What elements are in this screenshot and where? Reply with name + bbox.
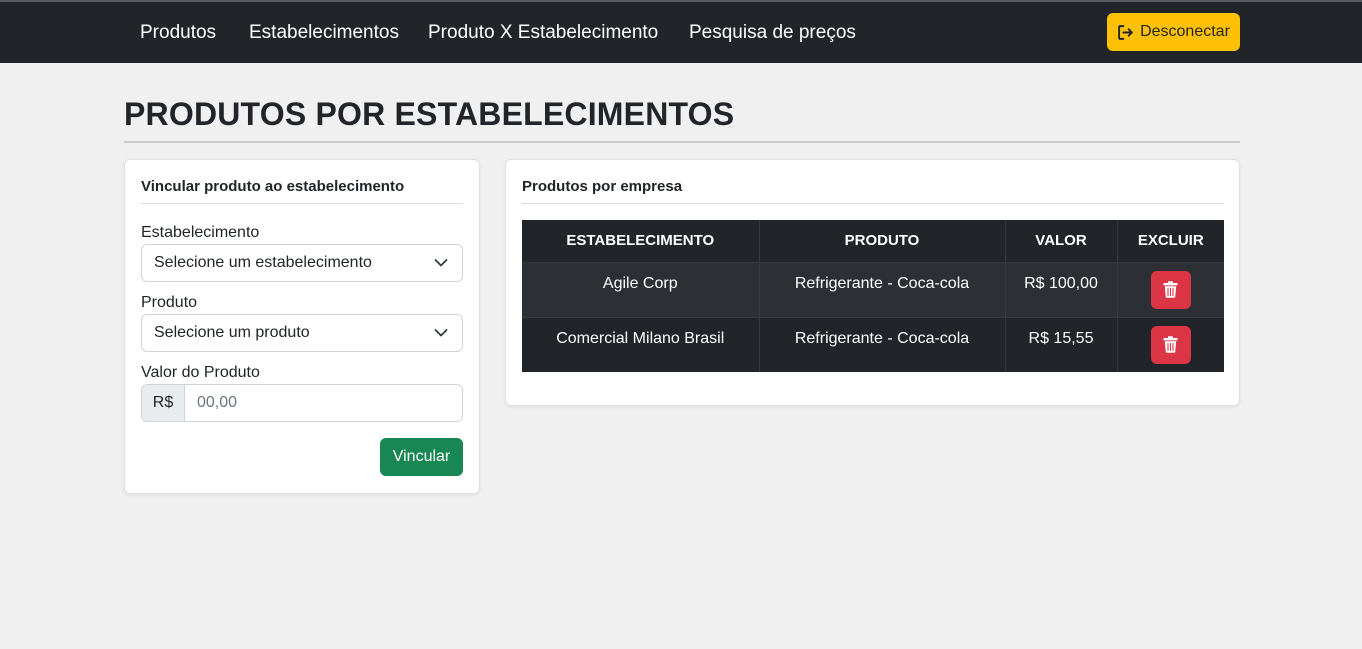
column-header-establishment: ESTABELECIMENTO xyxy=(522,220,760,262)
cell-establishment: Agile Corp xyxy=(522,261,760,317)
nav-link-estabelecimentos[interactable]: Estabelecimentos xyxy=(249,22,399,44)
establishment-select[interactable]: Selecione um estabelecimento xyxy=(141,244,463,282)
nav-link-produtos[interactable]: Produtos xyxy=(140,22,216,44)
table-row: Comercial Milano Brasil Refrigerante - C… xyxy=(522,316,1224,372)
establishment-select-value: Selecione um estabelecimento xyxy=(154,254,372,271)
card-divider xyxy=(141,203,463,204)
column-header-delete: EXCLUIR xyxy=(1117,220,1224,262)
cell-delete xyxy=(1117,261,1224,317)
trash-icon xyxy=(1163,336,1178,353)
link-product-card: Vincular produto ao estabelecimento Esta… xyxy=(124,159,480,494)
currency-prefix: R$ xyxy=(142,385,185,421)
sign-out-icon xyxy=(1118,24,1133,40)
product-label: Produto xyxy=(141,294,198,311)
chevron-down-icon xyxy=(434,259,448,267)
products-by-company-title: Produtos por empresa xyxy=(522,178,683,195)
product-select[interactable]: Selecione um produto xyxy=(141,314,463,352)
cell-product: Refrigerante - Coca-cola xyxy=(759,261,1006,317)
chevron-down-icon xyxy=(434,329,448,337)
products-table: ESTABELECIMENTO PRODUTO VALOR EXCLUIR Ag… xyxy=(522,220,1224,372)
cell-delete xyxy=(1117,316,1224,372)
page-title: PRODUTOS POR ESTABELECIMENTOS xyxy=(124,96,735,132)
value-input-group: R$ xyxy=(141,384,463,422)
vincular-button[interactable]: Vincular xyxy=(380,438,463,476)
column-header-product: PRODUTO xyxy=(759,220,1006,262)
nav-link-produto-x-estabelecimento[interactable]: Produto X Estabelecimento xyxy=(428,22,658,44)
value-input[interactable] xyxy=(185,385,462,421)
delete-button[interactable] xyxy=(1150,325,1191,364)
establishment-label: Estabelecimento xyxy=(141,224,260,241)
cell-value: R$ 100,00 xyxy=(1005,261,1118,317)
table-row: Agile Corp Refrigerante - Coca-cola R$ 1… xyxy=(522,261,1224,317)
cell-value: R$ 15,55 xyxy=(1005,316,1118,372)
delete-button[interactable] xyxy=(1150,270,1191,309)
logout-button[interactable]: Desconectar xyxy=(1107,13,1240,51)
product-select-value: Selecione um produto xyxy=(154,324,310,341)
card-divider xyxy=(522,203,1224,204)
trash-icon xyxy=(1163,281,1178,298)
value-label: Valor do Produto xyxy=(141,364,260,381)
products-by-company-card: Produtos por empresa ESTABELECIMENTO PRO… xyxy=(505,159,1240,406)
cell-establishment: Comercial Milano Brasil xyxy=(522,316,760,372)
nav-link-pesquisa-de-precos[interactable]: Pesquisa de preços xyxy=(689,22,856,44)
link-product-card-title: Vincular produto ao estabelecimento xyxy=(141,178,405,195)
cell-product: Refrigerante - Coca-cola xyxy=(759,316,1006,372)
column-header-value: VALOR xyxy=(1005,220,1118,262)
top-navbar: Produtos Estabelecimentos Produto X Esta… xyxy=(0,0,1362,63)
title-divider xyxy=(124,141,1240,143)
table-header-row: ESTABELECIMENTO PRODUTO VALOR EXCLUIR xyxy=(522,220,1224,262)
logout-label: Desconectar xyxy=(1140,23,1230,40)
